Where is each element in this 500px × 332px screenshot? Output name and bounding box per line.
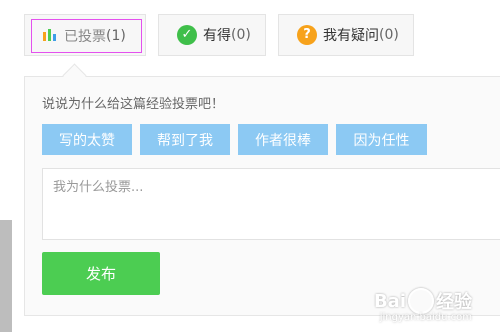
tab-gain[interactable]: ✓ 有得 (0) xyxy=(158,14,266,56)
tab-question-count: (0) xyxy=(379,27,399,43)
question-icon: ? xyxy=(297,25,317,45)
tab-voted-selection-outline: 已投票 (1) xyxy=(31,19,142,53)
check-icon: ✓ xyxy=(177,25,197,45)
left-edge-strip xyxy=(0,220,12,332)
tab-voted-count: (1) xyxy=(106,28,126,44)
tab-voted-label: 已投票 xyxy=(64,29,106,45)
watermark-brand-suffix: 经验 xyxy=(436,292,472,313)
tab-gain-label: 有得 xyxy=(203,28,231,44)
tab-voted[interactable]: 已投票 (1) xyxy=(24,14,146,56)
paw-logo-icon xyxy=(408,288,434,314)
baidu-jingyan-watermark: Bai 经验 jingyan.baidu.com xyxy=(373,288,472,323)
reason-chip-great-author[interactable]: 作者很棒 xyxy=(238,124,328,155)
reason-chip-helped-me[interactable]: 帮到了我 xyxy=(140,124,230,155)
tab-question-label: 我有疑问 xyxy=(323,28,379,44)
watermark-url: jingyan.baidu.com xyxy=(379,312,472,323)
watermark-brand: Bai xyxy=(373,290,406,312)
bar-chart-icon xyxy=(42,27,58,45)
tab-gain-count: (0) xyxy=(231,27,251,43)
reason-chip-just-because[interactable]: 因为任性 xyxy=(336,124,427,155)
submit-button[interactable]: 发布 xyxy=(42,252,160,295)
vote-reason-textarea[interactable]: 我为什么投票... xyxy=(42,168,500,240)
tab-question[interactable]: ? 我有疑问 (0) xyxy=(278,14,414,56)
reason-chip-great-writing[interactable]: 写的太赞 xyxy=(42,124,132,155)
vote-reason-prompt: 说说为什么给这篇经验投票吧！ xyxy=(42,97,225,112)
